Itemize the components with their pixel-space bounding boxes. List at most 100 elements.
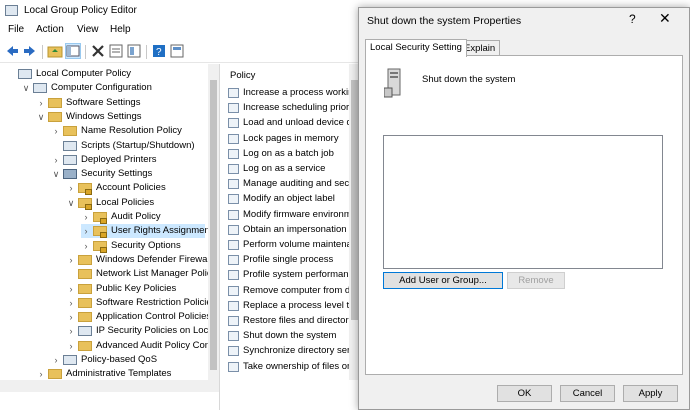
security-icon bbox=[63, 169, 77, 180]
policy-icon bbox=[228, 331, 239, 342]
chevron-right-icon[interactable]: › bbox=[51, 153, 61, 167]
apply-button[interactable]: Apply bbox=[623, 385, 678, 402]
folder-icon bbox=[63, 126, 77, 137]
list-item-label: Perform volume maintenance tasks bbox=[243, 239, 360, 250]
tree-horizontal-scrollbar[interactable] bbox=[0, 380, 219, 392]
window-title: Local Group Policy Editor bbox=[24, 5, 137, 16]
toolbar-separator bbox=[146, 45, 147, 59]
menu-action[interactable]: Action bbox=[36, 24, 64, 35]
menu-view[interactable]: View bbox=[77, 24, 99, 35]
chevron-right-icon[interactable]: › bbox=[66, 324, 76, 338]
show-hide-tree-icon[interactable] bbox=[65, 43, 81, 59]
list-item-label: Synchronize directory service data bbox=[243, 345, 360, 357]
tree-node[interactable]: › IP Security Policies on Local C bbox=[66, 324, 219, 338]
tree-node-label: Security Options bbox=[111, 239, 181, 251]
column-header-policy[interactable]: Policy bbox=[230, 70, 255, 81]
tree-node-label: Scripts (Startup/Shutdown) bbox=[81, 139, 195, 151]
tree-node-label: Deployed Printers bbox=[81, 153, 157, 165]
chevron-right-icon[interactable]: › bbox=[66, 339, 76, 353]
remove-button[interactable]: Remove bbox=[507, 272, 565, 289]
console-tree: Local Computer Policy ∨ Computer Configura… bbox=[0, 64, 220, 410]
ipsec-icon bbox=[78, 326, 92, 337]
up-folder-icon[interactable] bbox=[47, 43, 63, 59]
chevron-down-icon[interactable]: ∨ bbox=[36, 110, 46, 124]
chevron-right-icon[interactable]: › bbox=[51, 353, 61, 367]
chevron-right-icon[interactable]: › bbox=[66, 282, 76, 296]
cancel-button[interactable]: Cancel bbox=[560, 385, 615, 402]
chevron-right-icon[interactable]: › bbox=[66, 253, 76, 267]
menu-file[interactable]: File bbox=[8, 24, 24, 35]
chevron-right-icon[interactable]: › bbox=[51, 124, 61, 138]
folder-icon bbox=[78, 297, 92, 308]
delete-icon[interactable] bbox=[90, 43, 106, 59]
tree-node[interactable]: ∨ Local Policies bbox=[66, 196, 205, 210]
tree-node[interactable]: › Security Options bbox=[81, 239, 205, 253]
list-item-label: Lock pages in memory bbox=[243, 132, 339, 144]
policy-icon bbox=[228, 300, 239, 311]
chevron-right-icon[interactable]: › bbox=[81, 239, 91, 253]
folder-icon bbox=[78, 312, 92, 323]
list-scroll-thumb[interactable] bbox=[351, 80, 358, 320]
tree-node[interactable]: › Deployed Printers bbox=[51, 153, 205, 167]
chevron-down-icon[interactable]: ∨ bbox=[21, 81, 31, 95]
ok-button[interactable]: OK bbox=[497, 385, 552, 402]
chevron-right-icon[interactable]: › bbox=[66, 181, 76, 195]
tree-node[interactable]: Network List Manager Policies bbox=[66, 267, 219, 281]
printer-icon bbox=[63, 154, 77, 165]
tree-node[interactable]: › Windows Defender Firewall wi bbox=[66, 253, 219, 267]
properties-icon[interactable] bbox=[108, 43, 124, 59]
tree-node[interactable]: Local Computer Policy bbox=[6, 67, 205, 81]
tree-node[interactable]: ∨ Computer Configuration bbox=[21, 81, 205, 95]
toolbar-separator bbox=[42, 45, 43, 59]
export-list-icon[interactable] bbox=[126, 43, 142, 59]
list-item-label: Log on as a service bbox=[243, 163, 326, 174]
add-user-or-group-button[interactable]: Add User or Group... bbox=[383, 272, 503, 289]
tree-node-label: Public Key Policies bbox=[96, 282, 177, 294]
forward-arrow-icon[interactable] bbox=[22, 43, 38, 59]
tree-node[interactable]: › User Rights Assignment bbox=[81, 224, 212, 239]
lock-icon bbox=[100, 246, 107, 253]
computer-icon bbox=[33, 83, 47, 94]
chevron-right-icon[interactable]: › bbox=[81, 224, 91, 238]
tree-node[interactable]: › Name Resolution Policy bbox=[51, 124, 205, 138]
view-icon[interactable] bbox=[169, 43, 185, 59]
users-groups-listbox[interactable] bbox=[383, 135, 663, 269]
tree-node[interactable]: › Audit Policy bbox=[81, 210, 205, 224]
lock-folder-icon bbox=[93, 240, 107, 253]
help-button[interactable]: ? bbox=[629, 12, 636, 26]
tree-node[interactable]: ∨ Windows Settings bbox=[36, 110, 205, 124]
list-item-label: Profile single process bbox=[243, 254, 334, 266]
tree-node[interactable]: Scripts (Startup/Shutdown) bbox=[51, 139, 205, 153]
policy-icon bbox=[228, 270, 239, 281]
chevron-right-icon[interactable]: › bbox=[66, 310, 76, 324]
tree-node[interactable]: › Software Settings bbox=[36, 96, 205, 110]
policy-icon bbox=[228, 209, 239, 220]
menu-help[interactable]: Help bbox=[110, 24, 131, 35]
policy-name: Shut down the system bbox=[422, 74, 516, 85]
chevron-down-icon[interactable]: ∨ bbox=[51, 167, 61, 181]
tree-node[interactable]: › Account Policies bbox=[66, 181, 205, 196]
close-button[interactable]: ✕ bbox=[659, 10, 671, 27]
tree-node[interactable]: › Policy-based QoS bbox=[51, 353, 205, 367]
tab-local-security-setting[interactable]: Local Security Setting bbox=[365, 39, 467, 57]
tree-scroll-thumb[interactable] bbox=[210, 80, 217, 370]
policy-icon bbox=[228, 255, 239, 266]
help-icon[interactable]: ? bbox=[151, 43, 167, 59]
tree-node[interactable]: › Software Restriction Policies bbox=[66, 296, 216, 310]
tree-node-label: IP Security Policies on Local C bbox=[96, 325, 220, 337]
tree-node[interactable]: › Public Key Policies bbox=[66, 282, 205, 296]
tree-node[interactable]: › Advanced Audit Policy Config bbox=[66, 339, 219, 353]
policy-icon bbox=[228, 240, 239, 250]
lock-icon bbox=[85, 203, 92, 210]
policy-icon bbox=[228, 118, 239, 129]
tree-node[interactable]: › Application Control Policies bbox=[66, 310, 211, 324]
chevron-right-icon[interactable]: › bbox=[81, 210, 91, 224]
chevron-right-icon[interactable]: › bbox=[36, 96, 46, 110]
tree-node-label: Computer Configuration bbox=[51, 82, 152, 94]
chevron-down-icon[interactable]: ∨ bbox=[66, 196, 76, 210]
tree-node-label: Windows Defender Firewall wi bbox=[96, 253, 220, 265]
tree-node[interactable]: ∨ Security Settings bbox=[51, 167, 205, 181]
chevron-right-icon[interactable]: › bbox=[66, 296, 76, 310]
back-arrow-icon[interactable] bbox=[4, 43, 20, 59]
tree-node-label: Network List Manager Policies bbox=[96, 268, 220, 280]
